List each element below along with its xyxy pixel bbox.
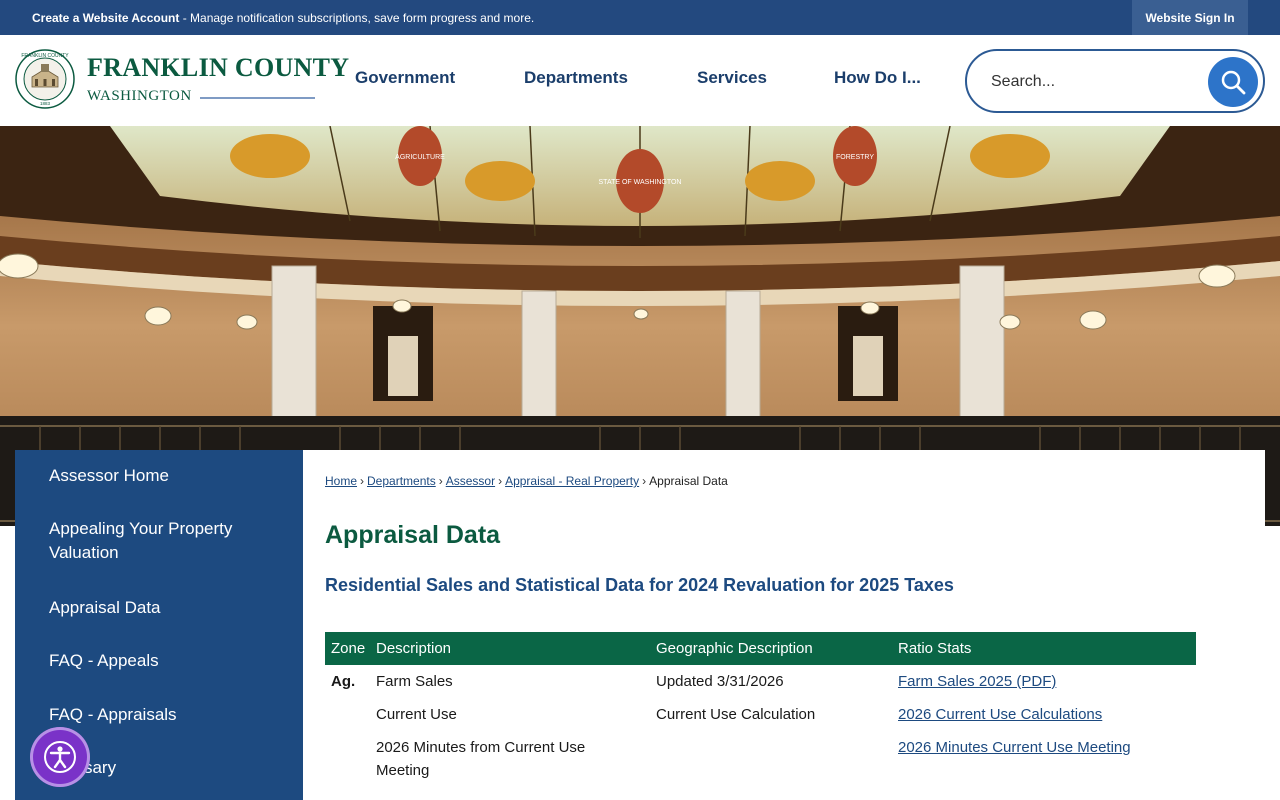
breadcrumb-assessor[interactable]: Assessor: [446, 474, 495, 488]
seal-year-text: 1883: [40, 101, 51, 106]
current-use-calculations-link[interactable]: 2026 Current Use Calculations: [898, 703, 1102, 726]
county-seal-icon[interactable]: FRANKLIN COUNTY 1883: [15, 49, 75, 109]
breadcrumb-home[interactable]: Home: [325, 474, 357, 488]
table-header: Zone Description Geographic Description …: [325, 632, 1196, 665]
sidebar-item-appraisal-data[interactable]: Appraisal Data: [49, 596, 289, 620]
section-heading: Residential Sales and Statistical Data f…: [325, 575, 954, 595]
table-cell-geographic: Updated 3/31/2026: [656, 673, 784, 690]
table-cell-description: Farm Sales: [376, 673, 453, 690]
search-box: [965, 49, 1265, 113]
column-header-description: Description: [376, 640, 452, 657]
utility-bar: Create a Website Account - Manage notifi…: [0, 0, 1280, 35]
farm-sales-pdf-link[interactable]: Farm Sales 2025 (PDF): [898, 670, 1056, 693]
table-cell-zone: Ag.: [331, 673, 356, 690]
search-input[interactable]: [991, 69, 1201, 95]
breadcrumb-appraisal-real-property[interactable]: Appraisal - Real Property: [505, 474, 639, 488]
search-icon: [1221, 70, 1246, 95]
accessibility-button[interactable]: [30, 727, 90, 787]
breadcrumb: Home › Departments › Assessor › Appraisal - Re…: [325, 474, 728, 488]
column-header-geographic-description: Geographic Description: [656, 640, 813, 657]
site-header: FRANKLIN COUNTY 1883 FRANKLIN COUNTY WAS…: [0, 35, 1280, 126]
dome-medallion-left-text: AGRICULTURE: [395, 154, 445, 161]
seal-top-text: FRANKLIN COUNTY: [21, 53, 69, 59]
sidebar-item-faq-appraisals[interactable]: FAQ - Appraisals: [49, 703, 289, 727]
nav-services[interactable]: Services: [697, 68, 767, 88]
create-account-description[interactable]: - Manage notification subscriptions, sav…: [179, 11, 535, 25]
create-account-label[interactable]: Create a Website Account: [32, 11, 179, 25]
brand-divider: [200, 97, 315, 99]
website-sign-in-button[interactable]: Website Sign In: [1132, 0, 1248, 35]
create-account-link[interactable]: Create a Website Account - Manage notifi…: [32, 11, 534, 25]
current-use-meeting-minutes-link[interactable]: 2026 Minutes Current Use Meeting: [898, 736, 1131, 759]
page-title: Appraisal Data: [325, 521, 501, 549]
column-header-ratio-stats: Ratio Stats: [898, 640, 972, 657]
site-subtitle[interactable]: WASHINGTON: [87, 88, 192, 105]
column-header-zone: Zone: [331, 640, 366, 657]
sidebar-item-faq-appeals[interactable]: FAQ - Appeals: [49, 649, 289, 673]
breadcrumb-departments[interactable]: Departments: [367, 474, 436, 488]
nav-how-do-i[interactable]: How Do I...: [834, 68, 921, 88]
dome-medallion-center-text: STATE OF WASHINGTON: [599, 179, 682, 186]
sidebar-item-assessor-home[interactable]: Assessor Home: [49, 464, 289, 488]
nav-departments[interactable]: Departments: [524, 68, 628, 88]
site-title[interactable]: FRANKLIN COUNTY: [87, 53, 349, 83]
dome-medallion-right-text: FORESTRY: [836, 154, 874, 161]
accessibility-icon: [44, 741, 76, 773]
sidebar-item-appealing-valuation[interactable]: Appealing Your Property Valuation: [49, 517, 289, 565]
search-button[interactable]: [1208, 57, 1258, 107]
table-cell-geographic: Current Use Calculation: [656, 706, 816, 723]
nav-government[interactable]: Government: [355, 68, 455, 88]
table-cell-description: 2026 Minutes from Current Use Meeting: [376, 739, 586, 779]
main-content: Home › Departments › Assessor › Appraisal - Re…: [303, 450, 1265, 800]
breadcrumb-current: Appraisal Data: [649, 474, 728, 488]
table-cell-description: Current Use: [376, 706, 457, 723]
